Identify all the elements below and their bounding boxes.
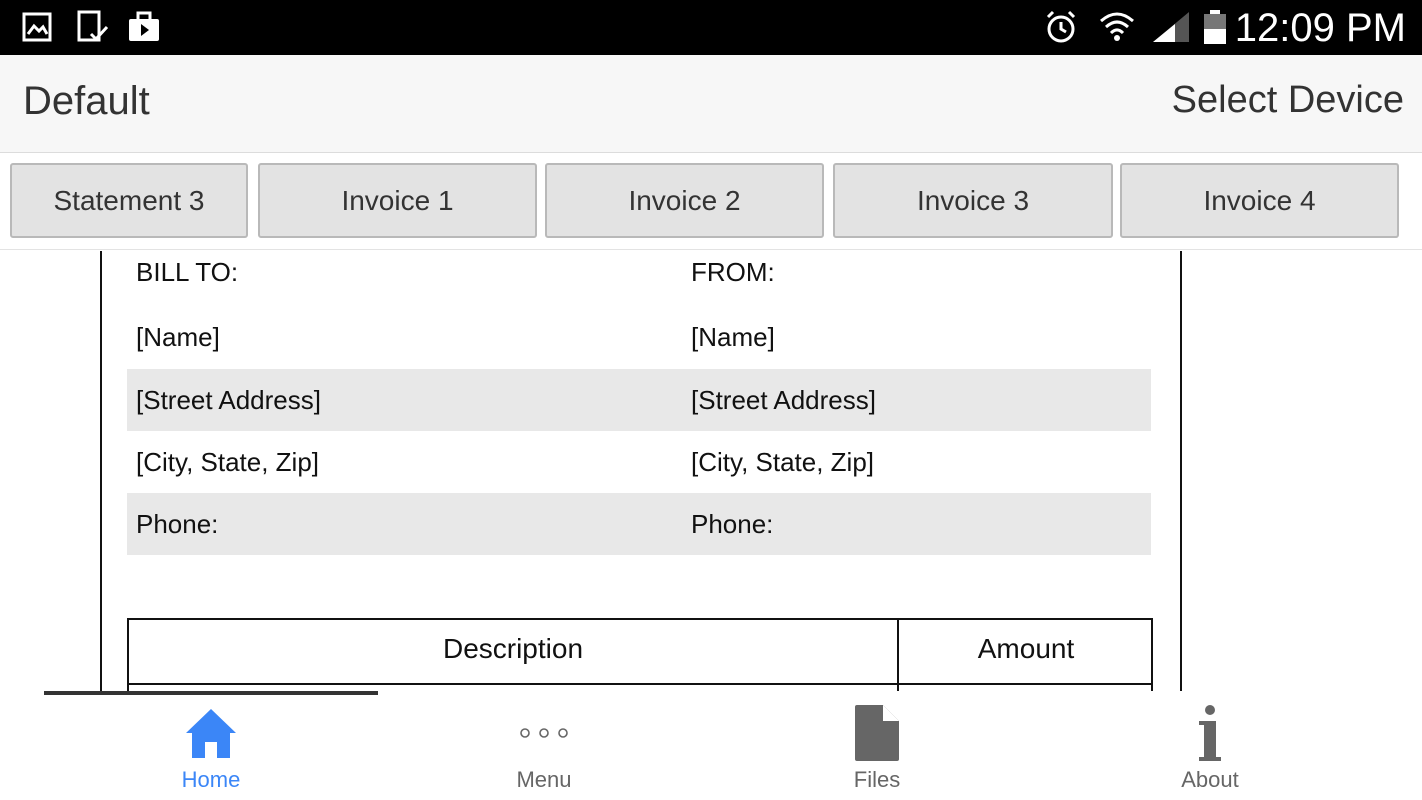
nav-files-label: Files xyxy=(853,767,901,792)
nav-about[interactable]: About xyxy=(1043,695,1377,800)
info-icon xyxy=(1043,703,1377,763)
from-label: FROM: xyxy=(691,257,775,287)
gallery-icon xyxy=(20,10,54,44)
address-row: [Name] [Name] xyxy=(127,306,1151,368)
file-icon xyxy=(710,703,1044,763)
amount-header: Amount xyxy=(977,633,1075,664)
status-bar: 12:09 PM xyxy=(0,0,1422,55)
address-row: [Street Address] [Street Address] xyxy=(127,369,1151,431)
app-header: Default Select Device xyxy=(0,55,1422,153)
page-title: Default xyxy=(23,79,150,123)
bill-to-city: [City, State, Zip] xyxy=(136,447,320,477)
document-preview[interactable]: BILL TO: FROM: [Name] [Name] [Street Add… xyxy=(0,251,1422,691)
bill-to-name: [Name] xyxy=(136,322,220,352)
line-items-table: Description Amount xyxy=(127,618,1153,691)
from-city: [City, State, Zip] xyxy=(691,447,875,477)
nav-menu[interactable]: Menu xyxy=(377,695,711,800)
device-check-icon xyxy=(74,10,110,44)
more-dots-icon xyxy=(377,703,711,763)
address-row: [City, State, Zip] [City, State, Zip] xyxy=(127,431,1151,493)
nav-about-label: About xyxy=(1181,767,1239,792)
bill-to-phone: Phone: xyxy=(136,509,219,539)
nav-files[interactable]: Files xyxy=(710,695,1044,800)
from-street: [Street Address] xyxy=(691,385,876,415)
tab-invoice-1[interactable]: Invoice 1 xyxy=(258,163,537,238)
bill-to-street: [Street Address] xyxy=(136,385,321,415)
page-border-right xyxy=(1180,251,1182,691)
nav-menu-label: Menu xyxy=(516,767,572,792)
bottom-navigation: Home Menu Files About xyxy=(0,691,1422,800)
tab-statement-3[interactable]: Statement 3 xyxy=(10,163,248,238)
alarm-icon xyxy=(1042,10,1080,44)
from-name: [Name] xyxy=(691,322,775,352)
bill-to-label: BILL TO: xyxy=(136,257,239,287)
wifi-icon xyxy=(1096,10,1138,44)
tab-invoice-3[interactable]: Invoice 3 xyxy=(833,163,1113,238)
nav-home[interactable]: Home xyxy=(44,695,378,800)
briefcase-icon xyxy=(126,10,162,44)
clock-time: 12:09 PM xyxy=(1234,6,1406,50)
select-device-button[interactable]: Select Device xyxy=(1172,79,1404,122)
page-border-left xyxy=(100,251,102,691)
from-phone: Phone: xyxy=(691,509,774,539)
description-header: Description xyxy=(442,633,584,664)
address-row: Phone: Phone: xyxy=(127,493,1151,555)
home-icon xyxy=(44,703,378,763)
tab-invoice-4[interactable]: Invoice 4 xyxy=(1120,163,1399,238)
signal-icon xyxy=(1150,10,1192,44)
document-tab-strip[interactable]: Statement 3 Invoice 1 Invoice 2 Invoice … xyxy=(0,154,1422,250)
nav-home-label: Home xyxy=(181,767,241,792)
tab-invoice-2[interactable]: Invoice 2 xyxy=(545,163,824,238)
battery-icon xyxy=(1200,10,1230,44)
